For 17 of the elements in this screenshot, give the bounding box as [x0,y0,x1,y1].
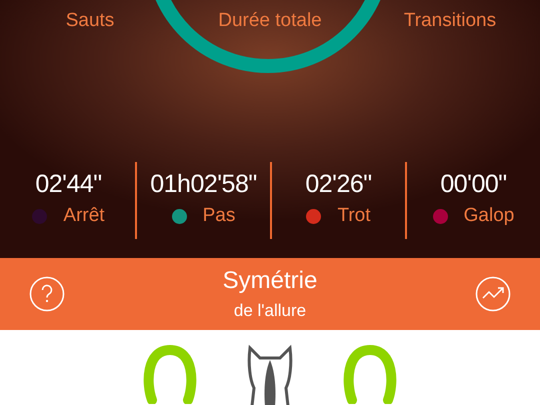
help-icon[interactable] [29,276,65,312]
section-title: Symétrie [222,267,318,295]
horseshoe-icon [142,344,198,404]
gait-name: Galop [464,205,514,227]
stat-label: Durée totale [218,10,322,32]
gait-duration: 02'44" [35,170,102,199]
stat-label: Sauts [66,10,114,32]
section-subtitle: de l'allure [234,301,306,321]
gait-name: Pas [202,205,236,227]
gait-name: Trot [337,205,371,227]
gait-duration: 00'00" [440,170,507,199]
trend-chart-icon[interactable] [475,276,511,312]
stat-label: Transitions [404,10,496,32]
gait-duration: 02'26" [305,170,372,199]
gait-duration: 01h02'58" [150,170,257,199]
gait-name: Arrêt [63,205,105,227]
horseshoe-icon [342,344,398,404]
